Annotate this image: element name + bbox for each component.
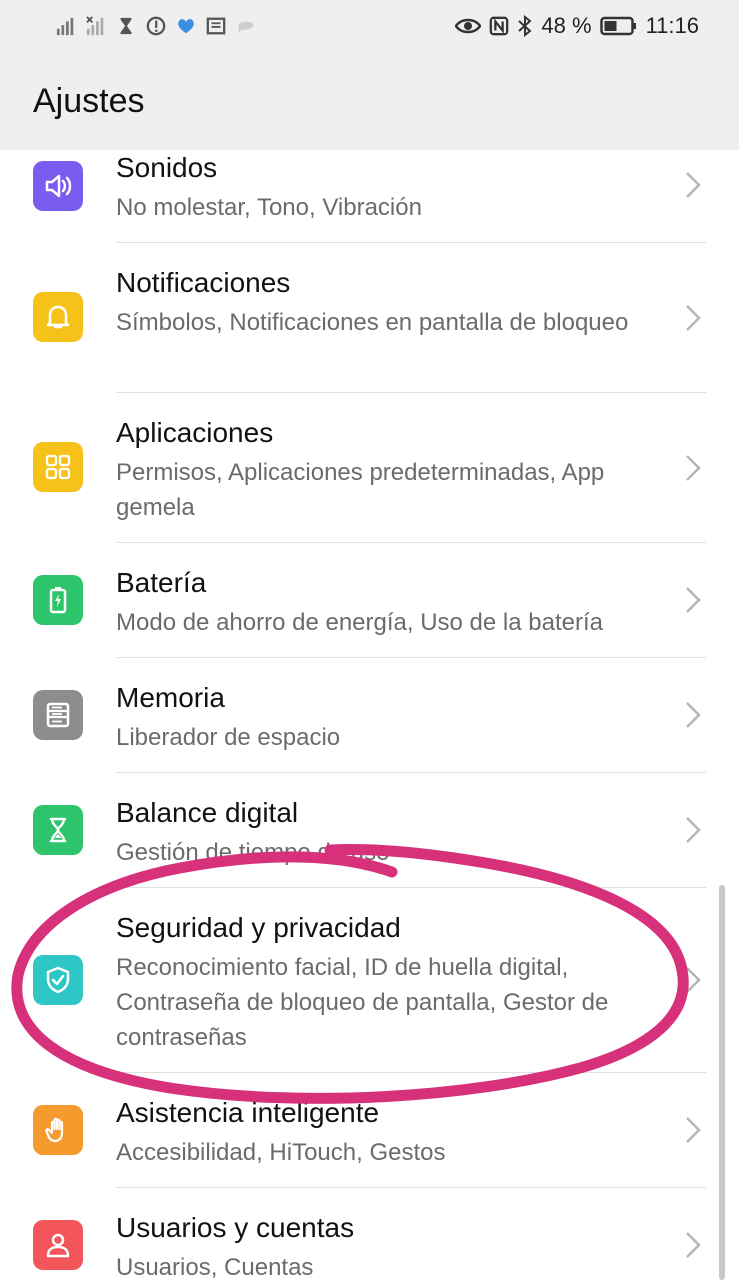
news-icon [206, 17, 226, 35]
alert-icon [146, 16, 166, 36]
settings-item-bateria[interactable]: Batería Modo de ahorro de energía, Uso d… [0, 543, 739, 657]
chevron-right-icon [686, 817, 701, 843]
settings-item-subtitle: Permisos, Aplicaciones predeterminadas, … [116, 459, 605, 521]
scrollbar[interactable] [719, 885, 725, 1280]
settings-item-subtitle: Accesibilidad, HiTouch, Gestos [116, 1139, 446, 1166]
icon-tile [33, 575, 83, 625]
chevron-right-icon [686, 587, 701, 613]
clock: 11:16 [645, 13, 699, 38]
settings-item-subtitle: Modo de ahorro de energía, Uso de la bat… [116, 609, 603, 636]
settings-item-asistencia-inteligente[interactable]: Asistencia inteligente Accesibilidad, Hi… [0, 1073, 739, 1187]
chevron-right-icon [686, 455, 701, 481]
eye-comfort-icon [455, 18, 482, 34]
settings-item-sonidos[interactable]: Sonidos No molestar, Tono, Vibración [0, 150, 739, 242]
status-right: 48 % 11:16 [455, 12, 699, 40]
battery-percent: 48 % [541, 13, 592, 38]
chevron-right-icon [686, 1117, 701, 1143]
settings-item-aplicaciones[interactable]: Aplicaciones Permisos, Aplicaciones pred… [0, 393, 739, 542]
apps-grid-icon [45, 454, 71, 480]
signal-no-service-icon [86, 16, 104, 36]
settings-item-title: Memoria [116, 682, 225, 713]
settings-item-subtitle: Gestión de tiempo de uso [116, 839, 390, 866]
settings-item-title: Aplicaciones [116, 417, 274, 448]
settings-item-title: Sonidos [116, 152, 218, 183]
app-header: Ajustes [0, 52, 739, 150]
heart-chat-icon [178, 19, 194, 34]
settings-item-title: Batería [116, 567, 207, 598]
settings-item-notificaciones[interactable]: Notificaciones Símbolos, Notificaciones … [0, 243, 739, 392]
chevron-right-icon [686, 1232, 701, 1258]
settings-item-title: Notificaciones [116, 267, 291, 298]
icon-tile [33, 442, 83, 492]
status-bar: 48 % 11:16 [0, 0, 739, 52]
icon-tile [33, 161, 83, 211]
bell-icon [46, 305, 70, 329]
user-icon [46, 1233, 70, 1258]
settings-list: Sonidos No molestar, Tono, Vibración Not… [0, 150, 739, 1280]
settings-item-usuarios-cuentas[interactable]: Usuarios y cuentas Usuarios, Cuentas [0, 1188, 739, 1280]
icon-tile [33, 955, 83, 1005]
bluetooth-icon [518, 15, 532, 37]
settings-item-memoria[interactable]: Memoria Liberador de espacio [0, 658, 739, 772]
page-title: Ajustes [33, 82, 145, 120]
signal-icon [56, 17, 74, 36]
chevron-right-icon [686, 305, 701, 331]
chevron-right-icon [686, 702, 701, 728]
icon-tile [33, 805, 83, 855]
settings-item-title: Asistencia inteligente [116, 1097, 380, 1128]
settings-item-subtitle: No molestar, Tono, Vibración [116, 194, 422, 221]
chevron-right-icon [686, 967, 701, 993]
icon-tile [33, 292, 83, 342]
icon-tile [33, 1220, 83, 1270]
shield-check-icon [46, 966, 70, 994]
battery-icon [599, 16, 636, 36]
status-left-icons [56, 12, 256, 40]
speaker-icon [45, 174, 72, 198]
message-icon [238, 21, 254, 34]
settings-item-title: Seguridad y privacidad [116, 912, 401, 943]
settings-item-balance-digital[interactable]: Balance digital Gestión de tiempo de uso [0, 773, 739, 887]
hand-icon [45, 1117, 64, 1143]
battery-charging-icon [49, 587, 67, 614]
icon-tile [33, 690, 83, 740]
settings-item-subtitle: Usuarios, Cuentas [116, 1254, 314, 1280]
icon-tile [33, 1105, 83, 1155]
settings-item-title: Balance digital [116, 797, 299, 828]
settings-item-seguridad-privacidad[interactable]: Seguridad y privacidad Reconocimiento fa… [0, 888, 739, 1072]
hourglass-icon [120, 17, 132, 35]
settings-item-subtitle: Reconocimiento facial, ID de huella digi… [116, 954, 609, 1051]
settings-item-title: Usuarios y cuentas [116, 1212, 355, 1243]
chevron-right-icon [686, 172, 701, 198]
settings-item-subtitle: Símbolos, Notificaciones en pantalla de … [116, 309, 629, 336]
storage-icon [46, 702, 70, 728]
hourglass-icon [49, 817, 67, 843]
nfc-icon [490, 16, 509, 36]
settings-item-subtitle: Liberador de espacio [116, 724, 341, 751]
